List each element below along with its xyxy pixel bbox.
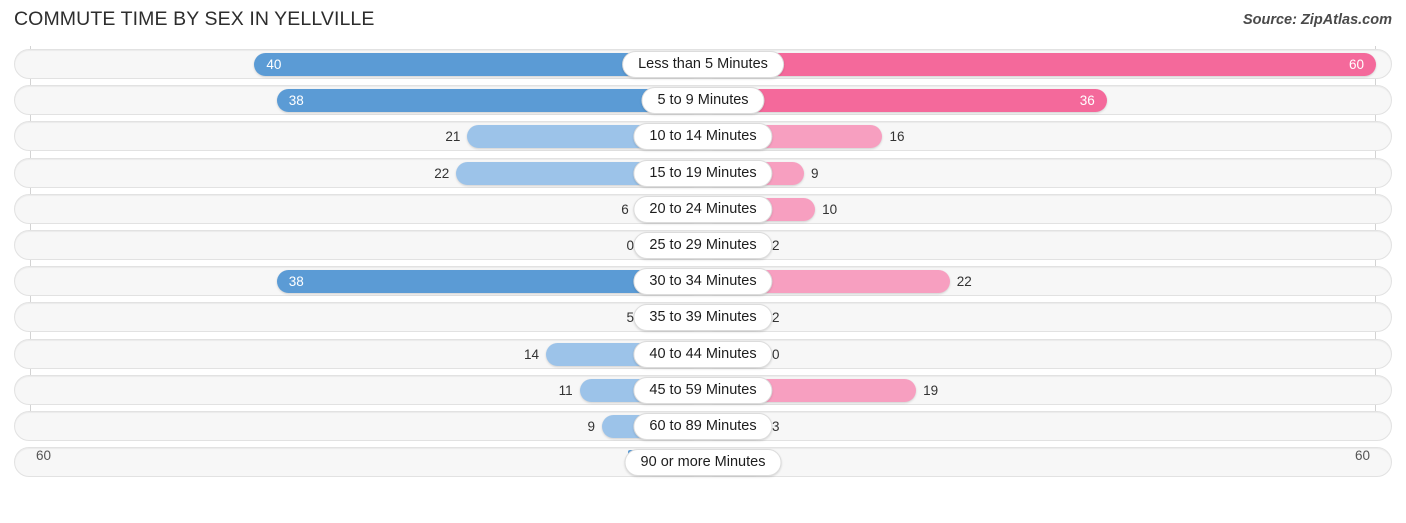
page-title: COMMUTE TIME BY SEX IN YELLVILLE <box>14 8 375 30</box>
chart-root: COMMUTE TIME BY SEX IN YELLVILLE Source:… <box>0 0 1406 523</box>
male-bar-value: 9 <box>587 418 596 434</box>
category-label: Less than 5 Minutes <box>622 51 784 78</box>
category-label: 40 to 44 Minutes <box>633 340 773 368</box>
category-label: 30 to 34 Minutes <box>633 268 773 296</box>
bar-row: 6 10 20 to 24 Minutes <box>0 191 1406 227</box>
bar-row: 40 60 Less than 5 Minutes <box>0 46 1406 82</box>
bar-row: 5 2 35 to 39 Minutes <box>0 299 1406 335</box>
category-label: 10 to 14 Minutes <box>633 123 773 151</box>
bar-row: 9 3 60 to 89 Minutes <box>0 408 1406 444</box>
male-bar-value: 11 <box>558 382 573 398</box>
source-attribution: Source: ZipAtlas.com <box>1242 12 1392 28</box>
female-bar-value: 2 <box>772 237 780 253</box>
category-label: 45 to 59 Minutes <box>633 376 773 404</box>
female-bar-value: 0 <box>772 346 780 362</box>
male-bar-value: 22 <box>434 165 450 181</box>
male-bar-value: 14 <box>523 346 539 362</box>
male-bar-value: 6 <box>621 201 629 217</box>
category-label: 20 to 24 Minutes <box>633 195 773 223</box>
category-label: 25 to 29 Minutes <box>633 231 773 259</box>
category-label: 60 to 89 Minutes <box>633 412 773 440</box>
female-bar-value: 36 <box>1079 93 1095 109</box>
plot-area: 40 60 Less than 5 Minutes 38 36 5 to 9 Minute… <box>0 46 1406 485</box>
female-bar-value: 19 <box>923 382 939 398</box>
female-bar-value: 16 <box>889 129 905 145</box>
bar-row: 38 22 30 to 34 Minutes <box>0 263 1406 299</box>
bar-row: 0 2 25 to 29 Minutes <box>0 227 1406 263</box>
male-bar-value: 40 <box>266 57 282 72</box>
category-label: 5 to 9 Minutes <box>641 87 765 115</box>
bar-row: 38 36 5 to 9 Minutes <box>0 82 1406 118</box>
female-bar[interactable]: 60 <box>703 53 1376 76</box>
female-bar-value: 3 <box>772 418 780 434</box>
female-bar-value: 22 <box>956 274 972 290</box>
bar-rows: 40 60 Less than 5 Minutes 38 36 5 to 9 Minute… <box>0 46 1406 480</box>
bar-row: 21 16 10 to 14 Minutes <box>0 118 1406 154</box>
bar-row: 14 0 40 to 44 Minutes <box>0 336 1406 372</box>
category-label: 35 to 39 Minutes <box>633 304 773 332</box>
female-bar-value: 2 <box>772 310 780 326</box>
category-label: 15 to 19 Minutes <box>633 159 773 187</box>
category-label: 90 or more Minutes <box>624 449 782 477</box>
bar-row: 22 9 15 to 19 Minutes <box>0 155 1406 191</box>
female-bar-value: 9 <box>810 165 819 181</box>
male-bar[interactable]: 38 <box>276 89 703 113</box>
male-bar-value: 38 <box>288 274 304 290</box>
male-bar-value: 38 <box>288 93 304 109</box>
female-bar-value: 60 <box>1348 57 1364 72</box>
bar-row: 11 19 45 to 59 Minutes <box>0 372 1406 408</box>
male-bar-value: 21 <box>445 129 461 145</box>
female-bar-value: 10 <box>822 201 838 217</box>
